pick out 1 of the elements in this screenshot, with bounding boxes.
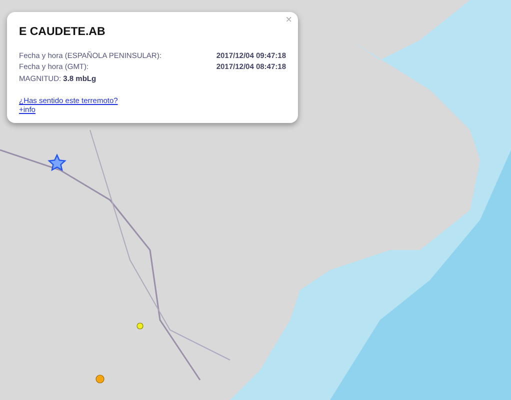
popup-title: E CAUDETE.AB <box>19 26 106 38</box>
